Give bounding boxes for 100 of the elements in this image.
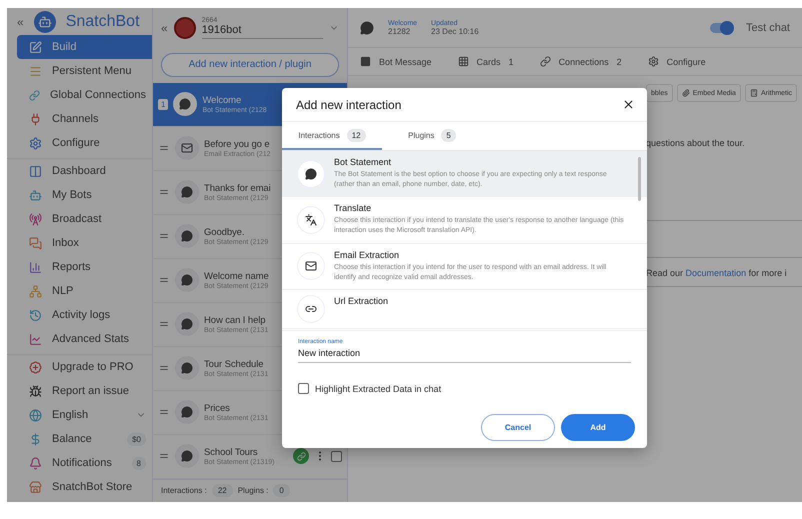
- interaction-title: How can I help: [204, 314, 266, 326]
- sidebar-label: Inbox: [52, 237, 80, 249]
- speech-bubble-icon: [179, 98, 192, 110]
- panel-icon: [29, 164, 42, 178]
- settings-icon: [29, 136, 42, 150]
- scrollbar-thumb[interactable]: [638, 157, 641, 201]
- count-badge: 8: [132, 456, 146, 470]
- bug-icon: [29, 384, 42, 398]
- sidebar-label: English: [52, 409, 90, 421]
- interaction-id: 21282: [388, 26, 412, 36]
- plug-icon: [29, 112, 42, 126]
- count-badge: 5: [441, 128, 456, 142]
- antenna-icon: [29, 212, 42, 226]
- sidebar-label: Configure: [52, 137, 101, 149]
- tab-label: Cards: [476, 56, 501, 66]
- add-interaction-button[interactable]: Add new interaction / plugin: [161, 53, 339, 77]
- sidebar-item[interactable]: Inbox: [17, 231, 152, 255]
- sidebar-item[interactable]: Balance $0: [17, 427, 152, 451]
- bot-name[interactable]: 1916bot: [202, 24, 323, 36]
- sidebar-item[interactable]: Global Connections: [17, 83, 152, 107]
- add-button[interactable]: Add: [561, 414, 635, 441]
- speech-bubble-icon: [181, 450, 193, 462]
- interactions-label: Interactions :: [161, 486, 207, 496]
- tab-count: 2: [616, 56, 622, 66]
- settings-icon: [648, 56, 659, 67]
- interaction-title: Goodbye.: [204, 226, 244, 238]
- calculator-icon: [750, 89, 758, 97]
- sidebar-label: Channels: [52, 113, 100, 125]
- sidebar-item[interactable]: Activity logs: [17, 303, 152, 327]
- interaction-title: Welcome name: [204, 270, 269, 282]
- sidebar-label: NLP: [52, 285, 74, 297]
- test-chat-toggle[interactable]: [710, 22, 732, 32]
- speech-bubble-icon: [181, 318, 193, 330]
- sidebar-label: Advanced Stats: [52, 333, 130, 345]
- speech-bubble-icon: [181, 274, 193, 286]
- test-chat-label: Test chat: [746, 22, 790, 34]
- line-chart-icon: [29, 332, 42, 346]
- sidebar-item[interactable]: Notifications 8: [17, 451, 152, 475]
- chat-bubbles-icon: [29, 236, 42, 250]
- interaction-title: Welcome: [202, 94, 242, 106]
- tab-label: Bot Message: [379, 56, 432, 66]
- close-icon[interactable]: [622, 98, 635, 111]
- sidebar-label: Build: [52, 41, 78, 53]
- sidebar-item[interactable]: Reports: [17, 255, 152, 279]
- tab[interactable]: Configure: [648, 56, 706, 67]
- sidebar-item[interactable]: Dashboard: [17, 159, 152, 183]
- speech-bubble-icon: [305, 168, 317, 180]
- link-icon: [29, 88, 40, 102]
- bell-icon: [29, 456, 42, 470]
- sidebar-label: Global Connections: [50, 89, 146, 101]
- bar-chart-icon: [29, 260, 42, 274]
- message-text: questions about the tour.: [646, 138, 746, 148]
- sidebar-item[interactable]: Persistent Menu: [17, 59, 152, 83]
- sidebar-item[interactable]: My Bots: [17, 183, 152, 207]
- badge-icon: [29, 360, 42, 374]
- sidebar-label: My Bots: [52, 189, 93, 201]
- robot-icon: [29, 188, 42, 202]
- dollar-icon: [29, 432, 42, 446]
- sidebar-item[interactable]: Build: [17, 35, 152, 59]
- pencil-icon: [29, 40, 42, 54]
- tab-label: Configure: [666, 56, 706, 66]
- menu-icon: [29, 64, 42, 78]
- sidebar-item[interactable]: Advanced Stats: [17, 327, 152, 351]
- brand-name: SnatchBot: [66, 12, 140, 30]
- sidebar-item[interactable]: NLP: [17, 279, 152, 303]
- sidebar-item[interactable]: Channels: [17, 107, 152, 131]
- dialog-tab[interactable]: Plugins 5: [382, 122, 482, 150]
- speech-bubble-icon: [181, 406, 193, 418]
- collapse-button[interactable]: «: [161, 20, 168, 35]
- sidebar-item[interactable]: Broadcast: [17, 207, 152, 231]
- interaction-option[interactable]: Url Extraction: [282, 290, 647, 329]
- count-badge: 0: [273, 484, 290, 498]
- tab[interactable]: Bot Message: [360, 56, 432, 67]
- count-badge: 12: [346, 128, 366, 142]
- bot-logo-icon: [174, 16, 196, 39]
- tab[interactable]: Connections 2: [540, 56, 622, 67]
- link-icon[interactable]: [293, 448, 309, 464]
- sidebar-label: Persistent Menu: [52, 65, 132, 77]
- count-badge: 22: [212, 484, 233, 498]
- position-badge: 1: [158, 98, 168, 110]
- tab[interactable]: Cards 1: [458, 56, 514, 67]
- documentation-link[interactable]: Documentation: [686, 268, 746, 278]
- collapse-button[interactable]: «: [17, 14, 24, 28]
- sidebar-label: Report an issue: [52, 385, 130, 397]
- sidebar-item[interactable]: Upgrade to PRO: [17, 355, 152, 379]
- sidebar-item[interactable]: Report an issue: [17, 379, 152, 403]
- sidebar-label: Reports: [52, 261, 92, 273]
- interaction-title: Before you go e: [204, 138, 270, 150]
- highlight-checkbox[interactable]: [298, 383, 309, 394]
- sidebar-item[interactable]: Configure: [17, 131, 152, 155]
- interaction-title: Tour Schedule: [204, 358, 264, 370]
- interaction-name-field[interactable]: New interaction: [298, 348, 631, 363]
- sidebar-item[interactable]: SnatchBot Store: [17, 475, 152, 499]
- cancel-button[interactable]: Cancel: [481, 414, 555, 441]
- sidebar-item[interactable]: English: [17, 403, 152, 427]
- updated-date: 23 Dec 10:16: [431, 26, 479, 36]
- paperclip-icon: [682, 89, 690, 97]
- row-checkbox[interactable]: [331, 450, 342, 462]
- interaction-title: Thanks for emai: [204, 182, 271, 194]
- sidebar-label: Broadcast: [52, 213, 103, 225]
